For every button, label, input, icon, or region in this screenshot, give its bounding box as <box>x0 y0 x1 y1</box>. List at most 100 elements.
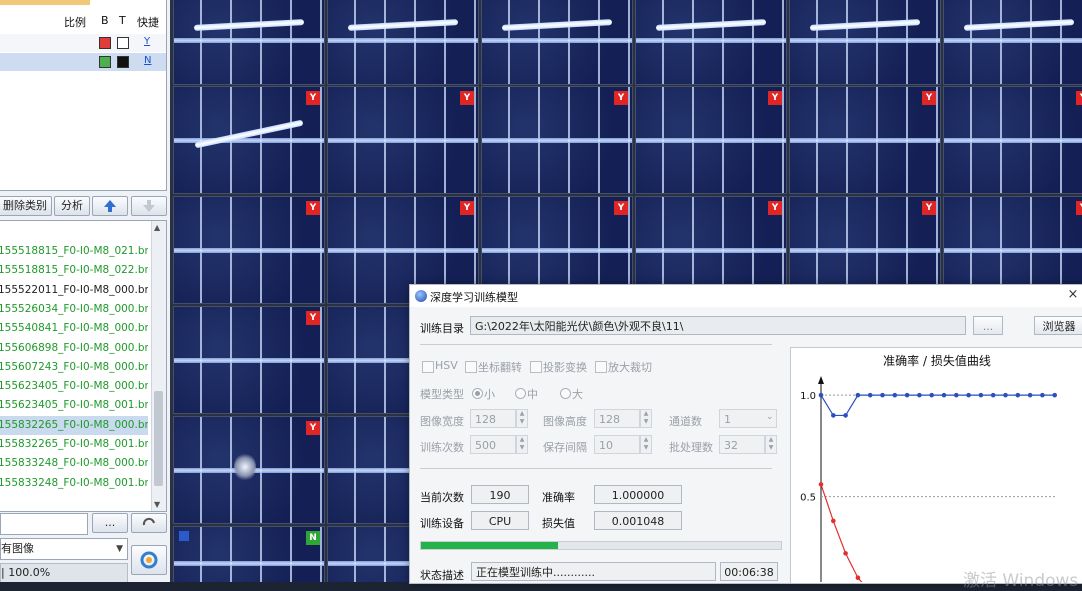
scroll-up-icon[interactable]: ▲ <box>154 223 160 232</box>
browse-dots-button[interactable]: ... <box>92 513 128 533</box>
close-icon[interactable]: × <box>1063 287 1082 302</box>
file-list-item[interactable]: 155832265_F0-I0-M8_001.bmp <box>0 435 148 454</box>
image-width-spinner[interactable]: ▲ ▼ <box>516 409 528 428</box>
browse-button[interactable]: 浏览器 <box>1034 316 1082 335</box>
solar-cell-image[interactable] <box>943 0 1082 85</box>
solar-cell-image[interactable]: Y <box>173 306 325 414</box>
class-b-color-swatch[interactable] <box>99 56 111 68</box>
accuracy-point <box>880 392 885 398</box>
file-list-item[interactable]: 155518815_F0-I0-M8_022.bmp <box>0 261 148 280</box>
image-height-input[interactable]: 128 <box>594 409 640 428</box>
accuracy-point <box>978 392 984 398</box>
accuracy-point <box>818 392 824 398</box>
accuracy-point <box>843 413 848 418</box>
header-ratio: 比例 <box>64 16 86 29</box>
file-list-item[interactable]: 155833248_F0-I0-M8_000.bmp <box>0 454 148 473</box>
defect-y-badge: Y <box>1076 201 1082 215</box>
hsv-checkbox[interactable] <box>422 361 434 373</box>
file-list-item[interactable]: 155607243_F0-I0-M8_000.bmp <box>0 358 148 377</box>
solar-cell-image[interactable]: Y <box>173 86 325 194</box>
model-size-small-radio[interactable] <box>472 388 483 399</box>
model-size-medium-radio[interactable] <box>515 388 526 399</box>
solar-cell-image[interactable]: Y <box>173 196 325 304</box>
file-list-item[interactable]: 155606898_F0-I0-M8_000.bmp <box>0 339 148 358</box>
train-count-spinner[interactable]: ▲ ▼ <box>516 435 528 454</box>
file-list-scrollbar[interactable]: ▲ ▼ <box>151 221 166 511</box>
refresh-button[interactable] <box>131 545 167 575</box>
model-size-medium-label: 中 <box>527 388 538 401</box>
image-height-spinner[interactable]: ▲ ▼ <box>640 409 652 428</box>
solar-cell-image[interactable] <box>481 0 633 85</box>
table-top-highlight <box>0 0 90 5</box>
projection-checkbox[interactable] <box>530 361 542 373</box>
loss-value: 0.001048 <box>594 511 682 530</box>
analyze-button[interactable]: 分析 <box>54 196 90 216</box>
batch-spinner[interactable]: ▲ ▼ <box>765 435 777 454</box>
image-mode-select[interactable]: 有图像 ▼ <box>0 538 128 560</box>
accuracy-point <box>941 392 947 398</box>
file-list-item[interactable]: 155526034_F0-I0-M8_000.bmp <box>0 300 148 319</box>
class-t-color-swatch[interactable] <box>117 37 129 49</box>
progress-fill <box>421 542 558 549</box>
train-count-input[interactable]: 500 <box>470 435 516 454</box>
solar-cell-image[interactable]: N <box>173 526 325 582</box>
save-interval-input[interactable]: 10 <box>594 435 640 454</box>
load-button[interactable] <box>131 513 167 533</box>
flip-checkbox[interactable] <box>465 361 477 373</box>
solar-cell-image[interactable] <box>327 0 479 85</box>
file-list-item[interactable]: 155623405_F0-I0-M8_000.bmp <box>0 377 148 396</box>
class-row[interactable]: N <box>0 53 166 71</box>
defect-y-badge: Y <box>460 201 474 215</box>
class-shortcut-link[interactable]: Y <box>144 36 150 47</box>
save-interval-spinner[interactable]: ▲ ▼ <box>640 435 652 454</box>
train-dir-dots-button[interactable]: ... <box>973 316 1003 335</box>
solar-cell-image[interactable] <box>173 0 325 85</box>
file-list-item[interactable]: 155832265_F0-I0-M8_000.bmp <box>0 415 148 435</box>
file-list-item[interactable]: 155833248_F0-I0-M8_001.bmp <box>0 474 148 493</box>
image-width-input[interactable]: 128 <box>470 409 516 428</box>
file-list-item[interactable]: 155623405_F0-I0-M8_001.bmp <box>0 396 148 415</box>
class-shortcut-link[interactable]: N <box>144 55 151 66</box>
file-list[interactable]: 155518815_F0-I0-M8_021.bmp 155518815_F0-I… <box>0 220 167 512</box>
solar-cell-image[interactable]: Y <box>173 416 325 524</box>
image-width-label: 图像宽度 <box>420 415 464 428</box>
batch-input[interactable]: 32 <box>719 435 765 454</box>
file-list-item[interactable]: 155522011_F0-I0-M8_000.bmp <box>0 281 148 300</box>
train-dir-input[interactable]: G:\2022年\太阳能光伏\颜色\外观不良\11\ <box>470 316 966 335</box>
bus-bar <box>482 248 632 253</box>
solar-cell-image[interactable] <box>789 0 941 85</box>
defect-y-badge: Y <box>306 311 320 325</box>
zoom-crop-checkbox[interactable] <box>595 361 607 373</box>
solar-cell-image[interactable]: Y <box>635 86 787 194</box>
dialog-titlebar[interactable]: 深度学习训练模型 × <box>410 285 1082 307</box>
separator <box>420 344 772 345</box>
accuracy-line <box>820 394 1055 417</box>
solar-cell-image[interactable]: Y <box>481 86 633 194</box>
solar-cell-image[interactable]: Y <box>943 86 1082 194</box>
dialog-title: 深度学习训练模型 <box>430 291 518 304</box>
solar-cell-image[interactable] <box>635 0 787 85</box>
file-list-item[interactable]: 155540841_F0-I0-M8_000.bmp <box>0 319 148 338</box>
move-up-button[interactable] <box>92 196 128 216</box>
file-list-item[interactable]: 155518815_F0-I0-M8_021.bmp <box>0 242 148 261</box>
path-input[interactable] <box>0 513 88 535</box>
bus-bar <box>174 561 324 566</box>
solar-cell-image[interactable]: Y <box>327 86 479 194</box>
current-count-value: 190 <box>471 485 529 504</box>
scroll-down-icon[interactable]: ▼ <box>154 500 160 509</box>
solar-cell-image[interactable]: Y <box>789 86 941 194</box>
device-label: 训练设备 <box>420 517 464 530</box>
accuracy-label: 准确率 <box>542 491 575 504</box>
delete-class-button[interactable]: 删除类别 <box>0 196 52 216</box>
bus-bar <box>636 248 786 253</box>
bus-bar <box>174 248 324 253</box>
model-size-large-radio[interactable] <box>560 388 571 399</box>
move-down-button[interactable] <box>131 196 167 216</box>
class-b-color-swatch[interactable] <box>99 37 111 49</box>
scrollbar-thumb[interactable] <box>154 391 163 486</box>
class-row[interactable]: Y <box>0 34 166 52</box>
bus-bar <box>636 38 786 43</box>
class-t-color-swatch[interactable] <box>117 56 129 68</box>
defect-y-badge: Y <box>922 201 936 215</box>
train-dir-label: 训练目录 <box>420 322 464 335</box>
